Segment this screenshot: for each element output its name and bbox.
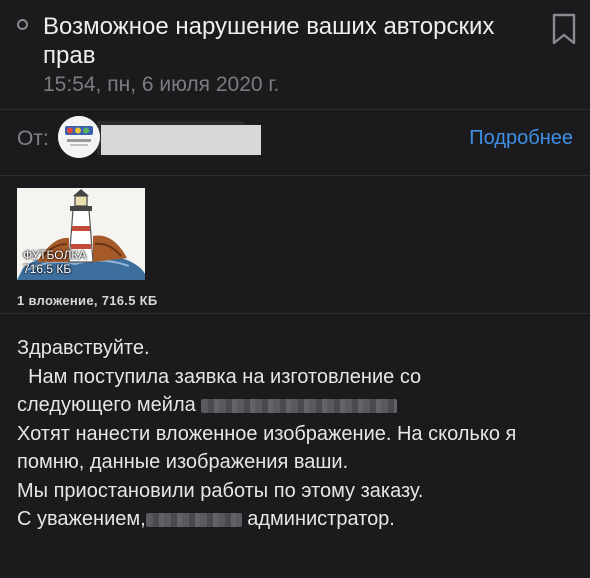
- body-line: Здравствуйте.: [17, 337, 150, 359]
- redacted-email: [201, 398, 398, 413]
- divider: [0, 313, 590, 314]
- email-subject: Возможное нарушение ваших авторских прав: [43, 13, 495, 69]
- attachment-summary: 1 вложение, 716.5 КБ: [17, 293, 158, 308]
- body-text: администратор.: [241, 508, 395, 530]
- body-line: Хотят нанести вложенное изображение. На …: [17, 422, 517, 445]
- sender-logo-icon: [58, 116, 100, 158]
- divider: [0, 109, 590, 110]
- body-line: Нам поступила заявка на изготовление со: [17, 365, 422, 388]
- from-label: От:: [17, 127, 49, 150]
- body-text: С уважением,: [17, 508, 146, 530]
- email-date: 15:54, пн, 6 июля 2020 г.: [43, 73, 280, 96]
- email-body: Здравствуйте. Нам поступила заявка на из…: [17, 334, 577, 534]
- sender-redacted: [101, 125, 261, 155]
- attachment-thumbnail[interactable]: ФУТБОЛКА 716.5 КБ: [17, 188, 145, 280]
- attachment-name: ФУТБОЛКА: [23, 248, 87, 262]
- bookmark-icon[interactable]: [551, 13, 577, 45]
- body-text: следующего мейла: [17, 394, 202, 416]
- attachment-size: 716.5 КБ: [23, 262, 72, 276]
- body-line: помню, данные изображения ваши.: [17, 451, 349, 473]
- divider: [0, 175, 590, 176]
- redacted-company: [145, 512, 242, 527]
- unread-indicator-icon[interactable]: [17, 19, 28, 30]
- body-line: следующего мейла: [17, 391, 577, 420]
- body-line: Мы приостановили работы по этому заказу.: [17, 479, 424, 502]
- avatar[interactable]: [58, 116, 100, 158]
- body-line: С уважением, администратор.: [17, 505, 577, 534]
- details-link[interactable]: Подробнее: [469, 127, 573, 150]
